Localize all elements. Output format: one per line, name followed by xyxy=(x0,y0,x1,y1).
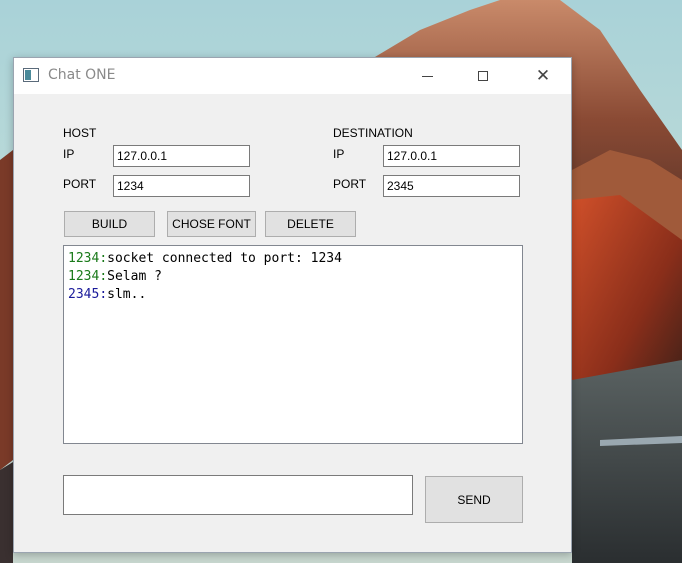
host-port-input[interactable]: 1234 xyxy=(113,175,250,197)
chat-log[interactable]: 1234:socket connected to port: 1234 1234… xyxy=(63,245,523,444)
close-icon: ✕ xyxy=(535,65,551,86)
message-separator: : xyxy=(99,269,108,284)
message-input[interactable] xyxy=(63,475,413,515)
host-heading: HOST xyxy=(63,126,97,140)
chat-message: 2345:slm.. xyxy=(68,287,518,305)
title-bar[interactable]: Chat ONE ✕ xyxy=(14,58,571,94)
message-text: Selam ? xyxy=(107,269,162,284)
message-port: 2345 xyxy=(68,287,100,302)
chat-message: 1234:Selam ? xyxy=(68,269,518,287)
message-text: socket connected to port: 1234 xyxy=(107,251,342,266)
message-text: slm.. xyxy=(107,287,147,302)
host-port-label: PORT xyxy=(63,177,97,191)
minimize-button[interactable] xyxy=(404,58,450,94)
destination-port-input[interactable]: 2345 xyxy=(383,175,520,197)
destination-heading: DESTINATION xyxy=(333,126,413,140)
chose-font-button[interactable]: CHOSE FONT xyxy=(167,211,256,237)
message-port: 1234 xyxy=(68,269,100,284)
close-button[interactable]: ✕ xyxy=(520,58,566,94)
host-ip-input[interactable]: 127.0.0.1 xyxy=(113,145,250,167)
chat-message: 1234:socket connected to port: 1234 xyxy=(68,251,518,269)
chat-window: Chat ONE ✕ HOST IP 127.0.0.1 PORT 1234 D… xyxy=(13,57,572,553)
destination-port-label: PORT xyxy=(333,177,367,191)
destination-ip-input[interactable]: 127.0.0.1 xyxy=(383,145,520,167)
host-ip-label: IP xyxy=(63,147,75,161)
minimize-icon xyxy=(421,75,433,77)
maximize-button[interactable] xyxy=(460,58,506,94)
window-app-icon xyxy=(23,68,39,82)
destination-ip-label: IP xyxy=(333,147,345,161)
maximize-icon xyxy=(478,71,488,81)
window-title: Chat ONE xyxy=(48,67,116,83)
send-button[interactable]: SEND xyxy=(425,476,523,523)
build-button[interactable]: BUILD xyxy=(64,211,155,237)
message-separator: : xyxy=(99,287,108,302)
message-port: 1234 xyxy=(68,251,100,266)
delete-button[interactable]: DELETE xyxy=(265,211,356,237)
message-separator: : xyxy=(99,251,108,266)
